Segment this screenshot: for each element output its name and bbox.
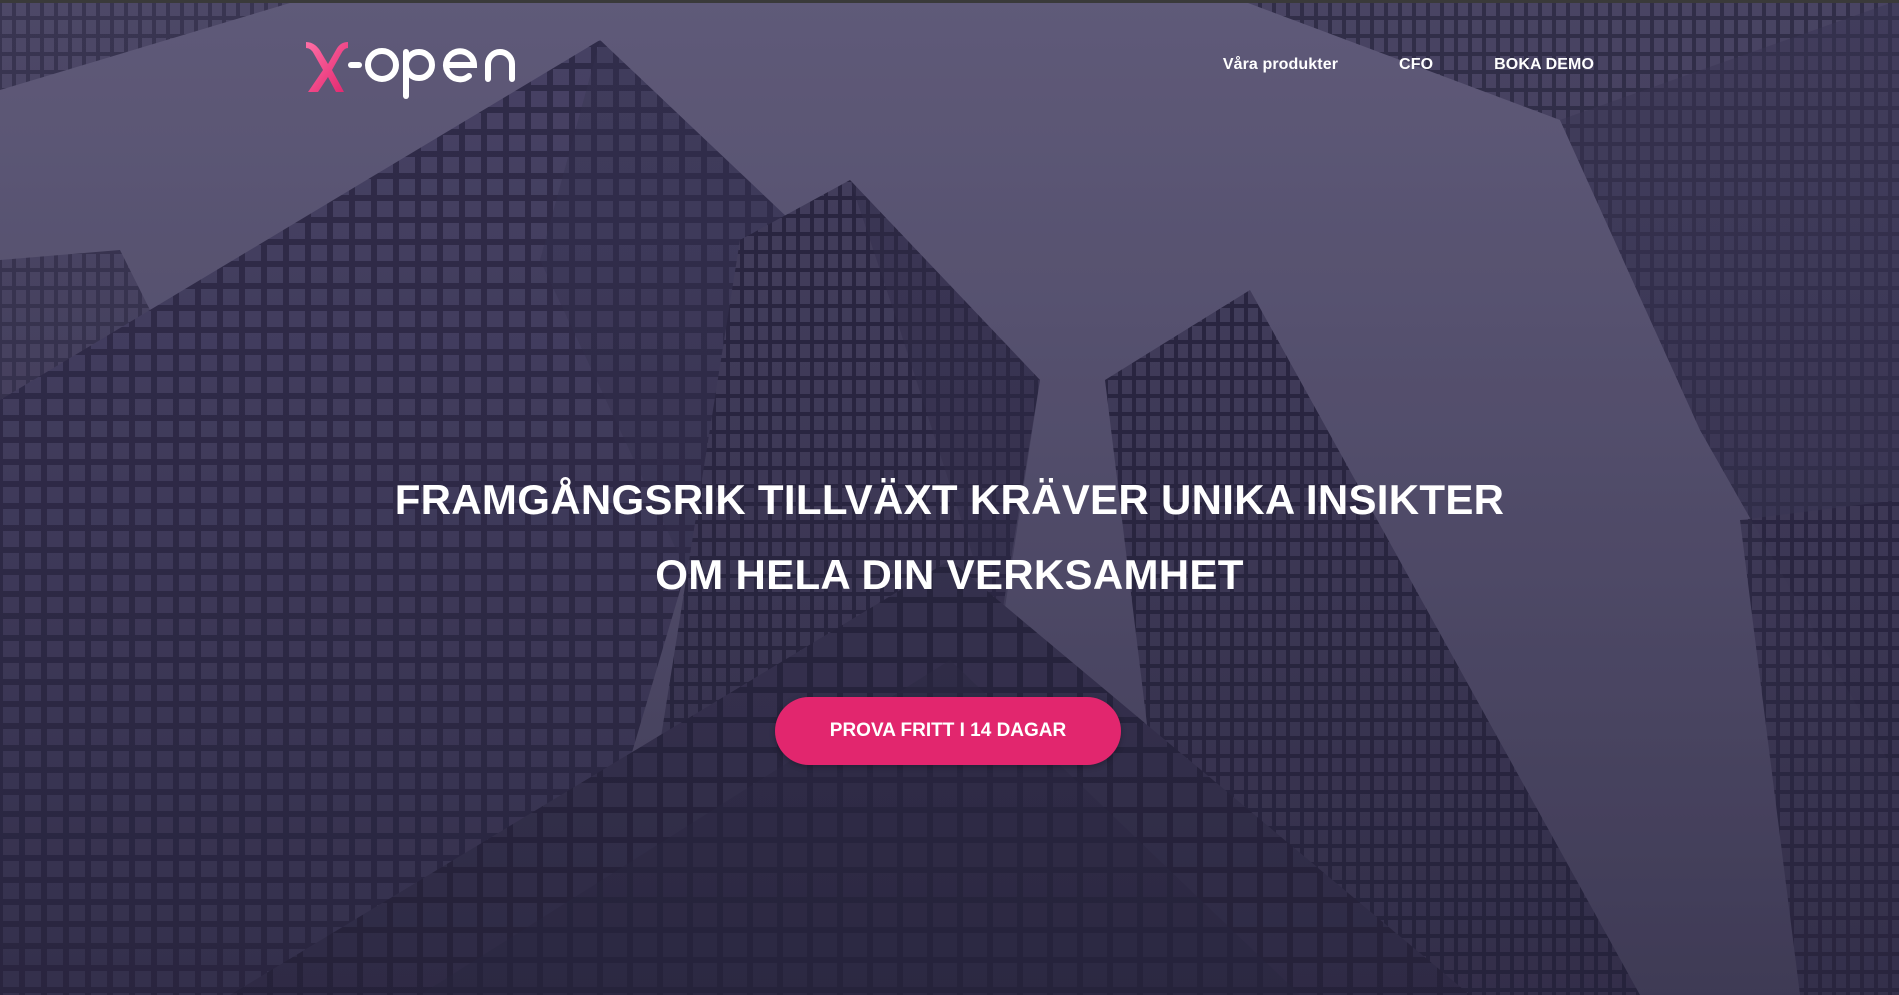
x-open-logo-mark (306, 42, 515, 99)
nav-item-vara-produkter[interactable]: Våra produkter (1223, 56, 1338, 74)
main-navigation: Våra produkter CFO BOKA DEMO (1162, 56, 1594, 74)
hero-section: Våra produkter CFO BOKA DEMO FRAMGÅNGSRI… (0, 0, 1899, 995)
x-open-logo[interactable] (302, 34, 542, 104)
nav-item-cfo[interactable]: CFO (1399, 56, 1433, 74)
hero-headline: FRAMGÅNGSRIK TILLVÄXT KRÄVER UNIKA INSIK… (0, 462, 1899, 612)
hero-headline-line-2: OM HELA DIN VERKSAMHET (655, 551, 1244, 598)
top-border (0, 0, 1899, 3)
try-free-button[interactable]: PROVA FRITT I 14 DAGAR (775, 697, 1121, 765)
hero-headline-line-1: FRAMGÅNGSRIK TILLVÄXT KRÄVER UNIKA INSIK… (394, 476, 1505, 523)
nav-item-boka-demo[interactable]: BOKA DEMO (1494, 56, 1594, 74)
